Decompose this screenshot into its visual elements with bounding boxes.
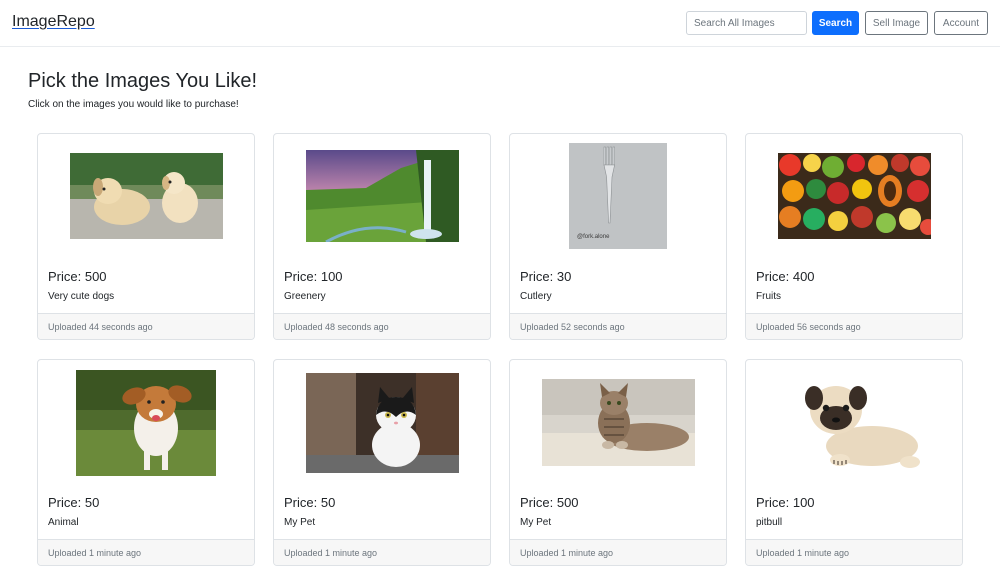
image-card[interactable]: Price: 100 pitbull Uploaded 1 minute ago: [745, 359, 963, 566]
image-card[interactable]: Price: 500 My Pet Uploaded 1 minute ago: [509, 359, 727, 566]
card-description: Animal: [48, 517, 79, 528]
card-description: Cutlery: [520, 291, 552, 302]
account-button[interactable]: Account: [934, 11, 988, 35]
brand-logo[interactable]: ImageRepo: [12, 13, 95, 31]
card-description: My Pet: [520, 517, 552, 528]
navbar: ImageRepo Search Sell Image Account: [0, 0, 1000, 47]
pug-puppy-image[interactable]: [782, 370, 928, 476]
card-footer: Uploaded 48 seconds ago: [274, 313, 490, 339]
card-footer: Uploaded 52 seconds ago: [510, 313, 726, 339]
card-footer: Uploaded 44 seconds ago: [38, 313, 254, 339]
card-description: Greenery: [284, 291, 326, 302]
card-footer: Uploaded 1 minute ago: [38, 539, 254, 565]
card-footer: Uploaded 1 minute ago: [746, 539, 962, 565]
fork-image[interactable]: @fork.alone: [569, 143, 667, 249]
card-footer: Uploaded 1 minute ago: [510, 539, 726, 565]
card-description: My Pet: [284, 517, 316, 528]
card-footer: Uploaded 1 minute ago: [274, 539, 490, 565]
image-card[interactable]: Price: 50 My Pet Uploaded 1 minute ago: [273, 359, 491, 566]
two-puppies-image[interactable]: [70, 153, 223, 239]
card-price: Price: 500: [520, 495, 579, 510]
card-price: Price: 30: [520, 269, 572, 284]
card-description: Fruits: [756, 291, 781, 302]
image-card[interactable]: Price: 50 Animal Uploaded 1 minute ago: [37, 359, 255, 566]
image-card[interactable]: Price: 400 Fruits Uploaded 56 seconds ag…: [745, 133, 963, 340]
card-description: pitbull: [756, 517, 783, 528]
running-beagle-image[interactable]: [76, 370, 216, 476]
fruits-vegetables-image[interactable]: [778, 153, 931, 239]
page-title: Pick the Images You Like!: [28, 70, 258, 92]
kitten-image[interactable]: [306, 373, 459, 473]
card-price: Price: 50: [48, 495, 100, 510]
image-card[interactable]: Price: 100 Greenery Uploaded 48 seconds …: [273, 133, 491, 340]
search-input[interactable]: [686, 11, 807, 35]
page-subtitle: Click on the images you would like to pu…: [28, 99, 239, 110]
card-price: Price: 50: [284, 495, 336, 510]
tabby-cat-image[interactable]: [542, 379, 695, 466]
sell-image-button[interactable]: Sell Image: [865, 11, 928, 35]
card-price: Price: 100: [756, 495, 815, 510]
image-watermark: @fork.alone: [577, 234, 610, 240]
card-footer: Uploaded 56 seconds ago: [746, 313, 962, 339]
search-button[interactable]: Search: [812, 11, 859, 35]
card-price: Price: 100: [284, 269, 343, 284]
image-card[interactable]: Price: 500 Very cute dogs Uploaded 44 se…: [37, 133, 255, 340]
waterfall-landscape-image[interactable]: [306, 150, 459, 242]
card-price: Price: 400: [756, 269, 815, 284]
image-card[interactable]: @fork.alone Price: 30 Cutlery Uploaded 5…: [509, 133, 727, 340]
card-price: Price: 500: [48, 269, 107, 284]
card-description: Very cute dogs: [48, 291, 115, 302]
